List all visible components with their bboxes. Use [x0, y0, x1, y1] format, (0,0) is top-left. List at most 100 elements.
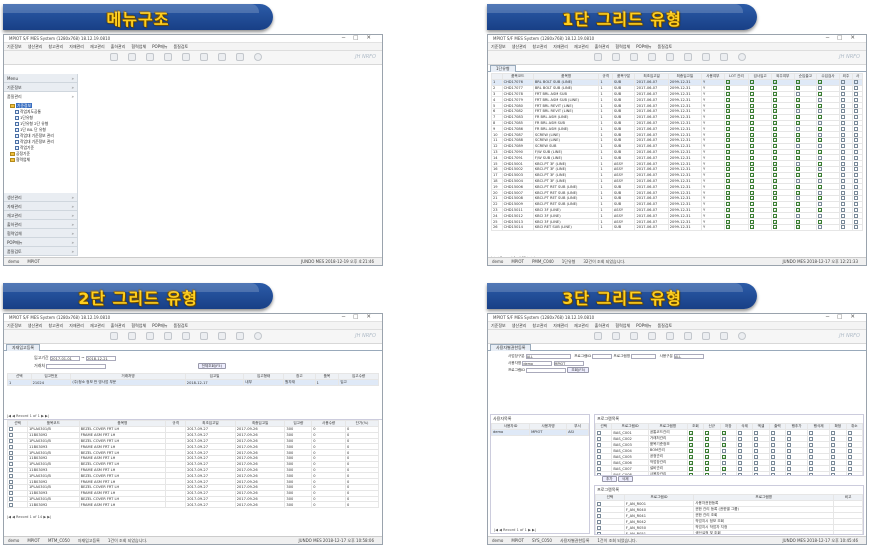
menu-item[interactable]: 협력업체 — [612, 44, 633, 49]
checkbox[interactable] — [770, 442, 775, 447]
checkbox[interactable] — [809, 430, 814, 435]
delete-icon[interactable] — [164, 332, 172, 340]
checkbox[interactable] — [854, 103, 859, 108]
checkbox[interactable] — [770, 430, 775, 435]
checkbox[interactable] — [818, 144, 823, 149]
checkbox[interactable] — [772, 184, 777, 189]
window-buttons[interactable]: ─□✕ — [342, 314, 379, 320]
checkbox[interactable] — [787, 454, 792, 459]
checkbox[interactable] — [9, 491, 13, 496]
checkbox[interactable] — [772, 121, 777, 125]
checkbox[interactable] — [854, 184, 859, 189]
add-row-icon[interactable] — [702, 53, 710, 61]
checkbox[interactable] — [831, 460, 836, 465]
delete-row-icon[interactable] — [720, 53, 728, 61]
add-icon[interactable] — [128, 53, 136, 61]
checkbox[interactable] — [840, 155, 845, 160]
use-type-select[interactable]: ALL — [674, 353, 705, 359]
checkbox[interactable] — [831, 466, 836, 471]
checkbox[interactable] — [9, 456, 13, 461]
tab-active[interactable]: 자재입고등록 — [6, 344, 41, 351]
checkbox[interactable] — [772, 97, 777, 102]
checkbox[interactable] — [737, 448, 742, 453]
checkbox[interactable] — [9, 497, 13, 501]
checkbox[interactable] — [750, 161, 755, 166]
checkbox[interactable] — [818, 92, 823, 96]
table-row[interactable]: F_AN_R051 생산실적 및 조회 — [595, 530, 863, 534]
checkbox[interactable] — [725, 115, 730, 120]
menu-item[interactable]: 품질검토 — [654, 44, 675, 49]
checkbox[interactable] — [840, 225, 845, 230]
checkbox[interactable] — [847, 460, 852, 465]
checkbox[interactable] — [770, 466, 775, 471]
date-to-input[interactable]: 2018-12-21 — [85, 355, 116, 361]
checkbox[interactable] — [772, 219, 777, 224]
search-button[interactable]: 조회(F5) — [567, 367, 590, 373]
delete-icon[interactable] — [648, 53, 656, 61]
checkbox[interactable] — [772, 109, 777, 114]
excel-icon[interactable] — [182, 53, 190, 61]
checkbox[interactable] — [9, 433, 13, 438]
checkbox[interactable] — [854, 138, 859, 143]
checkbox[interactable] — [840, 167, 845, 172]
checkbox[interactable] — [840, 132, 845, 137]
checkbox[interactable] — [597, 513, 601, 518]
checkbox[interactable] — [795, 150, 800, 154]
checkbox[interactable] — [854, 86, 859, 91]
program-id-input[interactable] — [592, 353, 613, 359]
menu-item[interactable]: 자재관리 — [66, 44, 87, 49]
checkbox[interactable] — [750, 173, 755, 178]
checkbox[interactable] — [787, 466, 792, 471]
checkbox[interactable] — [770, 460, 775, 465]
checkbox[interactable] — [795, 126, 800, 131]
checkbox[interactable] — [725, 92, 730, 96]
checkbox[interactable] — [795, 196, 800, 201]
checkbox[interactable] — [818, 86, 823, 91]
table-row[interactable]: demo MPIOT ASI — [490, 429, 589, 436]
checkbox[interactable] — [754, 454, 759, 459]
print-icon[interactable] — [200, 53, 208, 61]
checkbox[interactable] — [772, 179, 777, 183]
checkbox[interactable] — [795, 103, 800, 108]
add-row-icon[interactable] — [218, 53, 226, 61]
checkbox[interactable] — [854, 213, 859, 218]
checkbox[interactable] — [818, 161, 823, 166]
checkbox[interactable] — [818, 196, 823, 201]
checkbox[interactable] — [721, 436, 726, 441]
save-icon[interactable] — [630, 53, 638, 61]
checkbox[interactable] — [772, 86, 777, 91]
checkbox[interactable] — [818, 213, 823, 218]
checkbox[interactable] — [772, 202, 777, 207]
checkbox[interactable] — [9, 473, 13, 478]
menu-item[interactable]: 재고관리 — [571, 323, 592, 328]
sidebar-item[interactable]: 품질관리 — [4, 92, 77, 101]
checkbox[interactable] — [840, 184, 845, 189]
checkbox[interactable] — [725, 190, 730, 195]
checkbox[interactable] — [847, 442, 852, 447]
checkbox[interactable] — [795, 190, 800, 195]
search-icon[interactable] — [594, 332, 602, 340]
window-buttons[interactable]: ─□✕ — [342, 35, 379, 41]
search-all-button[interactable]: 전체조회(F5) — [197, 363, 226, 369]
checkbox[interactable] — [840, 190, 845, 195]
close-icon[interactable] — [738, 53, 746, 61]
checkbox[interactable] — [725, 126, 730, 131]
menu-item[interactable]: 창고관리 — [529, 323, 550, 328]
checkbox[interactable] — [795, 121, 800, 125]
checkbox[interactable] — [795, 207, 800, 212]
checkbox[interactable] — [840, 86, 845, 91]
checkbox[interactable] — [854, 167, 859, 172]
checkbox[interactable] — [750, 225, 755, 230]
checkbox[interactable] — [725, 103, 730, 108]
checkbox[interactable] — [818, 132, 823, 137]
add-icon[interactable] — [128, 332, 136, 340]
menu-item[interactable]: 출하관리 — [108, 44, 129, 49]
checkbox[interactable] — [721, 466, 726, 471]
checkbox[interactable] — [818, 103, 823, 108]
checkbox[interactable] — [831, 454, 836, 459]
checkbox[interactable] — [9, 439, 13, 443]
checkbox[interactable] — [840, 196, 845, 201]
checkbox[interactable] — [854, 97, 859, 102]
checkbox[interactable] — [754, 430, 759, 435]
menu-item[interactable]: 협력업체 — [128, 323, 149, 328]
